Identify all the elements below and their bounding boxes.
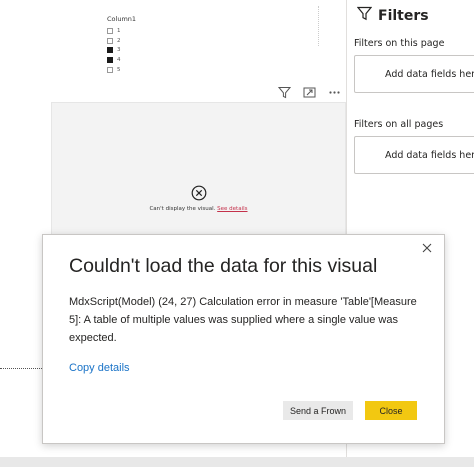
see-details-link[interactable]: See details xyxy=(217,206,247,212)
checkbox-checked[interactable] xyxy=(107,47,113,54)
close-icon[interactable] xyxy=(420,241,434,255)
error-message-text: Can't display the visual. xyxy=(149,206,216,212)
slicer-item[interactable]: 1 xyxy=(107,26,167,36)
filter-icon xyxy=(356,6,373,25)
slicer-item[interactable]: 2 xyxy=(107,36,167,46)
dialog-title: Couldn't load the data for this visual xyxy=(69,255,378,277)
slicer-item-label: 4 xyxy=(117,57,121,64)
filter-icon[interactable] xyxy=(276,84,292,100)
checkbox[interactable] xyxy=(107,27,113,34)
all-pages-filters-drop-zone[interactable]: Add data fields here xyxy=(354,136,474,174)
visual-boundary xyxy=(318,6,319,46)
filters-on-page-label: Filters on this page xyxy=(354,38,445,49)
send-frown-button[interactable]: Send a Frown xyxy=(283,401,353,420)
more-options-icon[interactable] xyxy=(326,84,342,100)
report-canvas: Column1 1 2 3 4 5 Can't display the visu… xyxy=(0,0,474,467)
slicer-item[interactable]: 3 xyxy=(107,46,167,56)
slicer-item[interactable]: 4 xyxy=(107,55,167,65)
checkbox[interactable] xyxy=(107,37,113,44)
filters-title: Filters xyxy=(378,7,429,24)
close-button[interactable]: Close xyxy=(365,401,417,420)
page-tabs-strip xyxy=(0,457,474,467)
slicer-item[interactable]: 5 xyxy=(107,65,167,75)
checkbox-checked[interactable] xyxy=(107,57,113,64)
visual-header-toolbar xyxy=(276,84,342,100)
copy-details-link[interactable]: Copy details xyxy=(69,362,130,374)
slicer-item-label: 5 xyxy=(117,67,121,74)
dialog-error-body: MdxScript(Model) (24, 27) Calculation er… xyxy=(69,296,417,344)
error-dialog: Couldn't load the data for this visual M… xyxy=(42,234,445,444)
filters-header: Filters xyxy=(356,6,429,25)
slicer-item-label: 2 xyxy=(117,37,121,44)
slicer-item-label: 3 xyxy=(117,47,121,54)
visual-error-message: Can't display the visual. See details xyxy=(52,206,345,212)
page-filters-drop-zone[interactable]: Add data fields here xyxy=(354,55,474,93)
checkbox[interactable] xyxy=(107,67,113,74)
filters-all-pages-label: Filters on all pages xyxy=(354,119,444,130)
broken-visual[interactable]: Can't display the visual. See details xyxy=(51,102,346,252)
focus-mode-icon[interactable] xyxy=(301,84,317,100)
slicer-item-label: 1 xyxy=(117,27,121,34)
connector-line xyxy=(0,368,42,369)
slicer-title: Column1 xyxy=(107,15,137,23)
column1-slicer: Column1 1 2 3 4 5 xyxy=(107,15,167,75)
error-circle-icon xyxy=(191,185,207,201)
